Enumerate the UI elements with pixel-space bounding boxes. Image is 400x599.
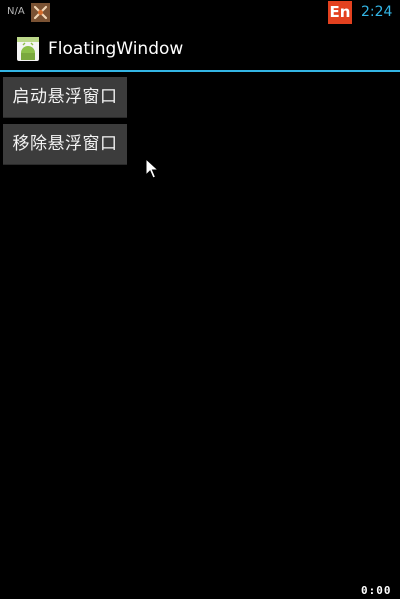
mouse-cursor-icon bbox=[145, 157, 160, 180]
status-clock: 2:24 bbox=[361, 4, 393, 20]
input-method-icon: En bbox=[328, 1, 352, 24]
carrier-label: N/A bbox=[7, 6, 25, 17]
frame-counter: 0:00 bbox=[361, 584, 392, 597]
device-screen: N/A En 2:24 FloatingWindow 启动悬浮窗口 移除悬浮窗口 bbox=[0, 0, 400, 599]
action-bar-divider bbox=[0, 70, 400, 72]
android-app-icon[interactable] bbox=[16, 36, 40, 62]
app-title: FloatingWindow bbox=[48, 39, 184, 59]
start-floating-window-button[interactable]: 启动悬浮窗口 bbox=[3, 77, 127, 118]
app-notification-icon bbox=[31, 3, 50, 22]
action-bar: FloatingWindow bbox=[0, 25, 400, 70]
remove-floating-window-button[interactable]: 移除悬浮窗口 bbox=[3, 124, 127, 165]
status-bar: N/A En 2:24 bbox=[0, 0, 400, 25]
